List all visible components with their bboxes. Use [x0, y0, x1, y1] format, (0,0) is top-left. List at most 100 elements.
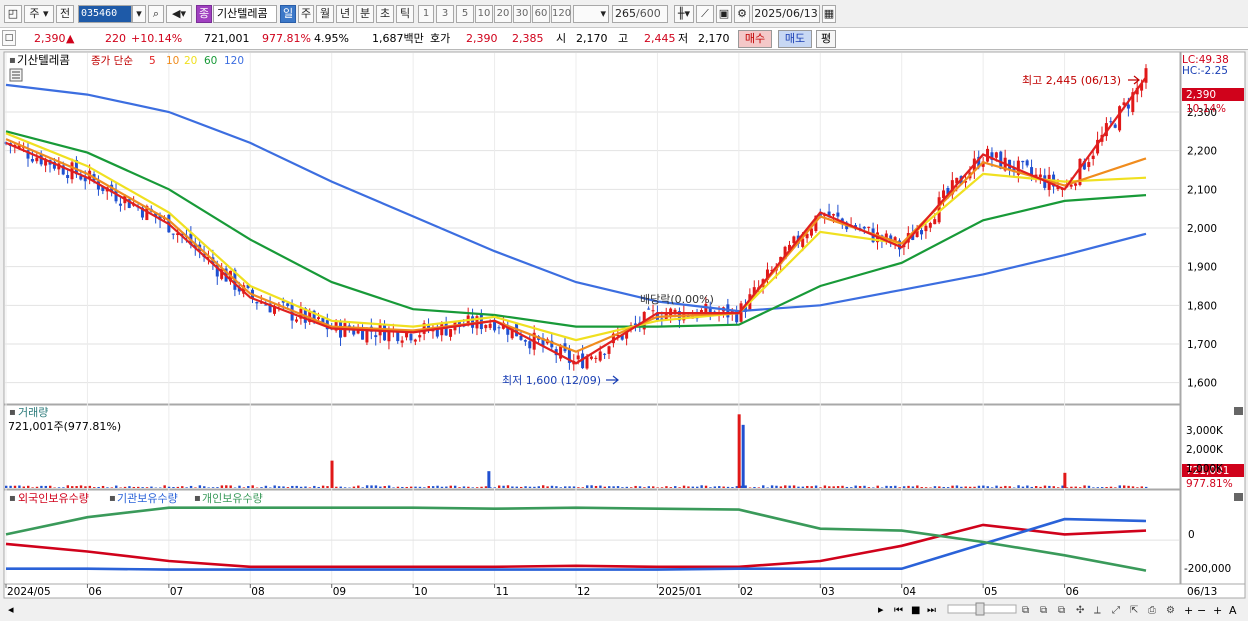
- window-icon[interactable]: ◰: [4, 5, 22, 23]
- crosshair-icon[interactable]: ✣: [1076, 605, 1084, 616]
- volume-bar: [53, 487, 56, 488]
- count-input[interactable]: 265/600: [612, 5, 668, 23]
- speaker-icon[interactable]: ◀▾: [166, 5, 192, 23]
- date-input[interactable]: 2025/06/13: [752, 5, 820, 23]
- period-year[interactable]: 년: [336, 5, 354, 23]
- volume-bar: [867, 487, 871, 488]
- search-icon[interactable]: ⌕: [148, 5, 164, 23]
- candle-body: [471, 316, 475, 328]
- interval-3[interactable]: 3: [436, 5, 454, 23]
- zoom-out-icon[interactable]: −: [1197, 604, 1206, 617]
- x-tick-label: 10: [414, 586, 427, 598]
- volume-bar: [964, 486, 967, 488]
- interval-20[interactable]: 20: [494, 5, 512, 23]
- volume-bar: [779, 486, 783, 488]
- chart-area[interactable]: 2,300 2,200 2,100 2,000 1,900 1,800 1,700 1,600…: [0, 50, 1248, 621]
- scroll-left-icon[interactable]: ◂: [8, 603, 14, 616]
- candle-body: [867, 226, 871, 228]
- zoom-slider-handle[interactable]: [975, 602, 985, 616]
- volume-bar: [387, 485, 391, 488]
- period-week[interactable]: 주: [298, 5, 314, 23]
- candle-body: [413, 339, 417, 342]
- volume-bar: [1052, 486, 1055, 488]
- code-dropdown-icon[interactable]: ▾: [132, 5, 146, 23]
- volume-bar: [71, 486, 74, 488]
- volume-bar: [1131, 486, 1135, 488]
- volume-bar: [528, 486, 532, 488]
- volume-spike: [330, 460, 334, 488]
- view-icon-2[interactable]: ⧉: [1040, 605, 1047, 616]
- rewind-icon[interactable]: ⏮: [894, 605, 903, 616]
- volume-bar: [317, 486, 320, 488]
- ma-legend-20: 20: [184, 55, 197, 67]
- forward-icon[interactable]: ⏭: [927, 605, 936, 616]
- x-tick-label: 09: [333, 586, 346, 598]
- buy-button[interactable]: 매수: [738, 30, 772, 48]
- candle-type-icon[interactable]: ╫▾: [674, 5, 694, 23]
- interval-5[interactable]: 5: [456, 5, 474, 23]
- interval-custom-input[interactable]: ▾: [573, 5, 609, 23]
- zoom-reset-icon[interactable]: +: [1213, 604, 1222, 617]
- export-icon[interactable]: ⇱: [1130, 605, 1138, 616]
- candle-body: [831, 214, 835, 216]
- eval-button[interactable]: 평: [816, 30, 836, 48]
- save-icon[interactable]: ▣: [716, 5, 732, 23]
- period-month[interactable]: 월: [316, 5, 334, 23]
- interval-120[interactable]: 120: [551, 5, 571, 23]
- prev-select[interactable]: 전: [56, 5, 74, 23]
- calendar-icon[interactable]: ▦: [822, 5, 836, 23]
- gear-icon[interactable]: ⚙: [734, 5, 750, 23]
- print-icon[interactable]: ⎙: [1148, 605, 1156, 616]
- zoom-in-icon[interactable]: +: [1184, 604, 1193, 617]
- stop-icon[interactable]: ■: [911, 605, 920, 616]
- volume-bar: [621, 487, 624, 488]
- view-icon-3[interactable]: ⧉: [1058, 605, 1065, 616]
- ma-legend-60: 60: [204, 55, 217, 67]
- period-second[interactable]: 초: [376, 5, 394, 23]
- volume-bar: [700, 485, 703, 488]
- volume-bar: [656, 487, 659, 488]
- draw-tool-icon[interactable]: ⟋: [696, 5, 714, 23]
- market-select[interactable]: 주 ▾: [24, 5, 54, 23]
- sell-button[interactable]: 매도: [778, 30, 812, 48]
- interval-1[interactable]: 1: [418, 5, 434, 23]
- volume-bar: [22, 486, 26, 488]
- scroll-right-icon[interactable]: ▸: [878, 603, 884, 616]
- period-day[interactable]: 일: [280, 5, 296, 23]
- volume-panel-close-icon[interactable]: [1234, 407, 1243, 415]
- volume-bar: [84, 486, 87, 488]
- code-input[interactable]: 035460: [78, 5, 132, 23]
- view-icon-1[interactable]: ⧉: [1022, 605, 1029, 616]
- period-tick[interactable]: 틱: [396, 5, 414, 23]
- bid-price: 2,385: [512, 32, 544, 45]
- expand-icon[interactable]: ⤢: [1112, 605, 1120, 616]
- volume-bar: [731, 487, 734, 488]
- font-size-icon[interactable]: A: [1229, 604, 1237, 617]
- ruler-icon[interactable]: ⟂: [1094, 605, 1101, 616]
- volume-bar: [475, 487, 479, 488]
- volume-bar: [260, 487, 263, 488]
- volume-bar: [634, 485, 637, 488]
- volume-bar: [960, 486, 963, 488]
- volume-bar: [515, 486, 518, 488]
- holdings-panel-close-icon[interactable]: [1234, 493, 1243, 501]
- interval-60[interactable]: 60: [532, 5, 550, 23]
- interval-10[interactable]: 10: [475, 5, 493, 23]
- volume-bar: [1109, 486, 1113, 488]
- x-tick-label: 07: [170, 586, 183, 598]
- settings-small-icon[interactable]: ⚙: [1166, 605, 1175, 616]
- volume-bar: [533, 486, 536, 488]
- volume-bar: [401, 486, 404, 488]
- open-price: 2,170: [576, 32, 608, 45]
- volume-bar: [159, 487, 162, 488]
- price-y-tick: 2,100: [1187, 184, 1217, 196]
- window-small-icon[interactable]: □: [2, 30, 16, 46]
- candle-body: [295, 319, 299, 322]
- interval-30[interactable]: 30: [513, 5, 531, 23]
- volume-bar: [828, 486, 831, 488]
- period-minute[interactable]: 분: [356, 5, 374, 23]
- stock-chart[interactable]: 2,3002,2002,1002,0001,9001,8001,7001,600…: [0, 50, 1248, 621]
- stock-type-badge: 종: [196, 5, 212, 23]
- stock-name[interactable]: 기산텔레콤: [213, 5, 277, 23]
- volume-bar: [995, 485, 998, 488]
